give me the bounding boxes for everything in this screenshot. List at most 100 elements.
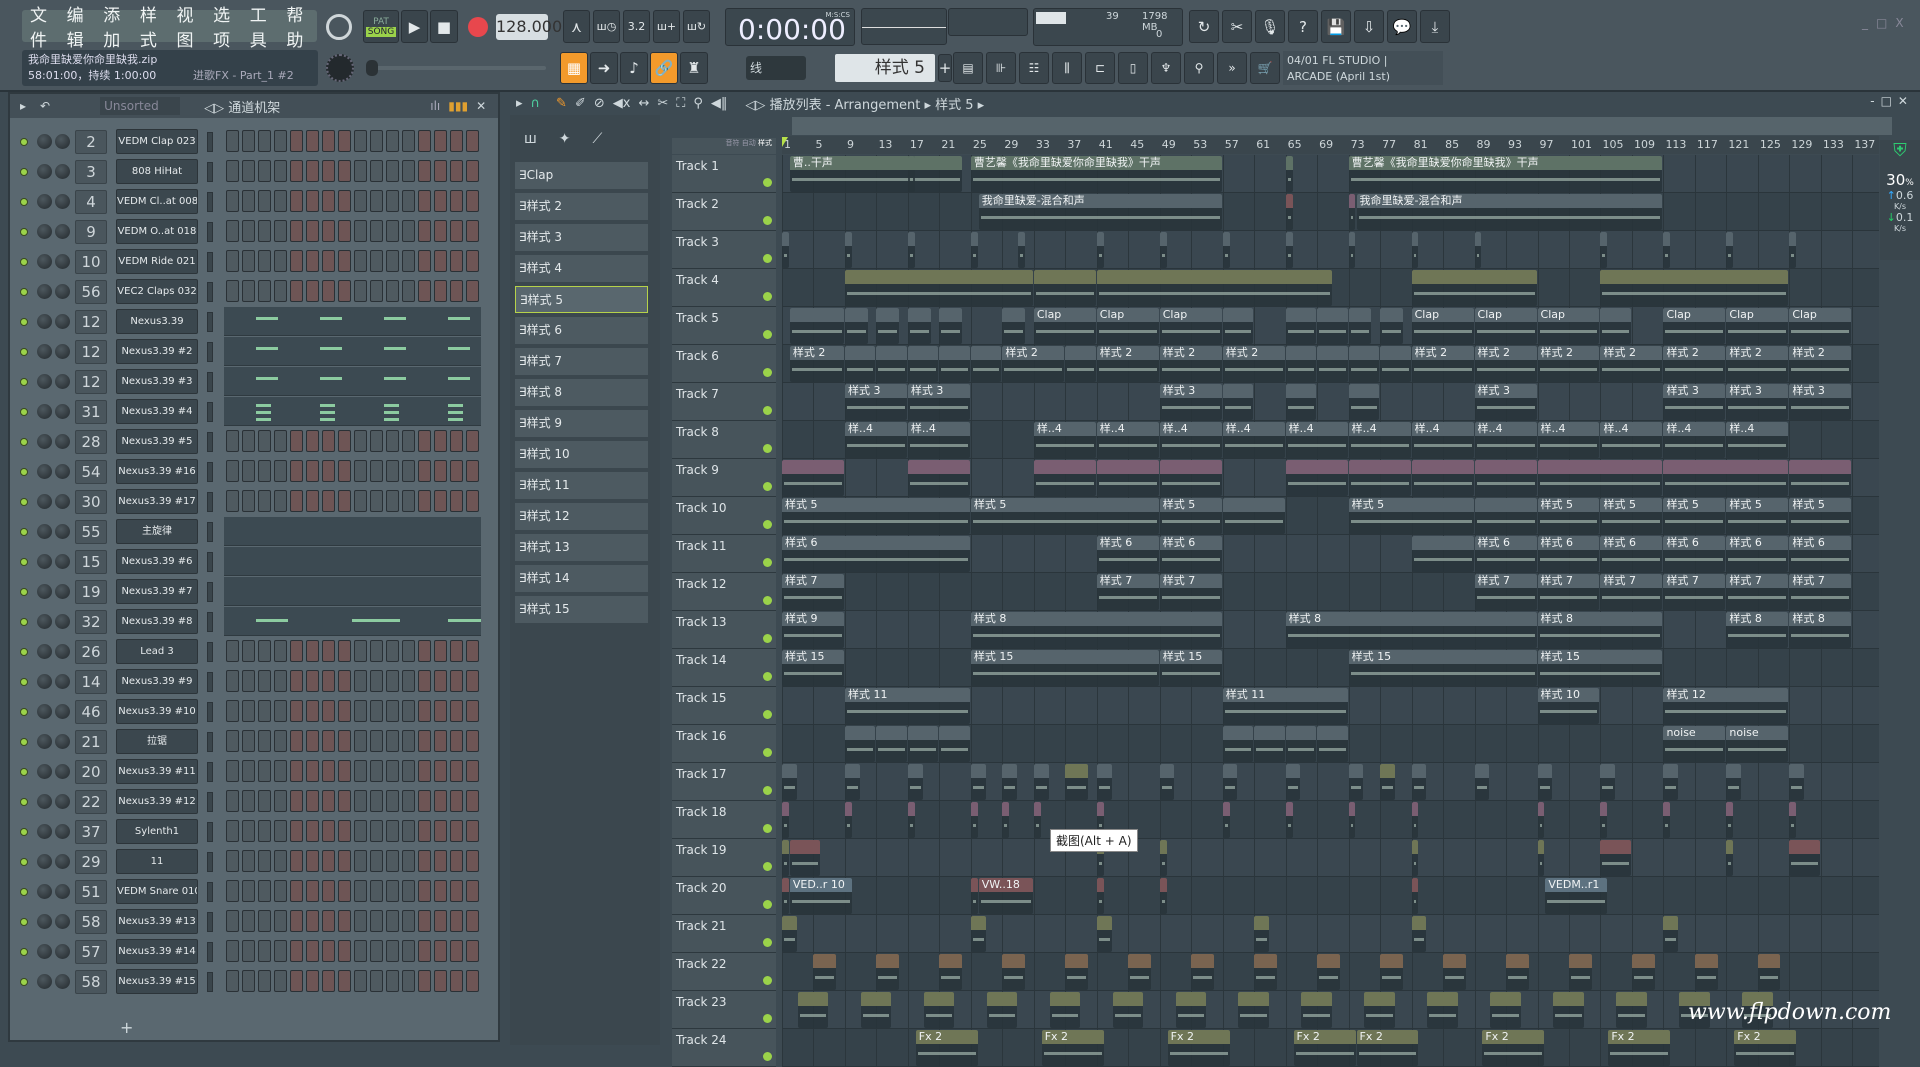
channel-name-button[interactable]: VEDM Snare 010 [116,879,198,904]
step-sequencer-icon[interactable]: ▤ [953,52,983,84]
track-header[interactable]: Track 17 [672,763,776,801]
step-button[interactable] [274,910,287,932]
mute-led[interactable] [20,168,28,176]
step-button[interactable] [258,460,271,482]
step-button[interactable] [370,970,383,992]
channel-select[interactable] [207,702,213,722]
track-mute-led[interactable] [763,824,772,833]
step-button[interactable] [434,490,447,512]
playlist-clip[interactable]: 样式 2 [1474,346,1537,382]
step-button[interactable] [418,790,431,812]
add-pattern-button[interactable]: + [938,54,952,82]
playlist-clip[interactable] [1411,916,1427,952]
step-button[interactable] [290,880,303,902]
track-lane[interactable]: 样式 7 样式 7 样式 7 样式 7 样式 7 样式 7 样式 7 样式 7 样式 7 [782,573,1879,611]
step-button[interactable] [322,280,335,302]
playlist-clip[interactable]: 样式 7 [1600,574,1663,610]
step-button[interactable] [274,850,287,872]
step-button[interactable] [466,820,479,842]
playlist-clip[interactable] [844,308,868,344]
playlist-clip[interactable]: 样式 10 [1537,688,1600,724]
step-button[interactable] [354,700,367,722]
playlist-clip[interactable] [1348,194,1356,230]
track-mute-led[interactable] [763,178,772,187]
step-button[interactable] [242,280,255,302]
playlist-clip[interactable] [1348,460,1411,496]
pan-knob[interactable] [37,704,52,719]
pattern-item[interactable]: ∃Clap [515,162,648,189]
step-button[interactable] [466,910,479,932]
step-button[interactable] [226,940,239,962]
playlist-clip[interactable] [970,346,1002,382]
step-button[interactable] [274,250,287,272]
step-button[interactable] [258,940,271,962]
mixer-track-number[interactable]: 19 [75,580,107,604]
mixer-track-number[interactable]: 21 [75,730,107,754]
step-button[interactable] [466,880,479,902]
mute-led[interactable] [20,768,28,776]
channel-select[interactable] [207,522,213,542]
volume-knob[interactable] [55,584,70,599]
piano-roll-view-icon[interactable]: ⊪ [986,52,1016,84]
chat-icon[interactable]: 💬 [1387,10,1417,43]
piano-roll-preview[interactable] [224,337,481,366]
step-button[interactable] [274,220,287,242]
step-button[interactable] [434,670,447,692]
expand-icon[interactable]: ▸ [20,99,26,113]
menu-item[interactable]: 编辑 [67,1,98,51]
playlist-clip[interactable] [1600,802,1608,838]
channel-select[interactable] [207,192,213,212]
step-button[interactable] [242,910,255,932]
playlist-clip[interactable]: 样式 15 [1537,650,1663,686]
step-button[interactable] [258,910,271,932]
step-button[interactable] [354,490,367,512]
playlist-clip[interactable]: 曹..干声 [789,156,962,192]
step-button[interactable] [402,910,415,932]
step-button[interactable] [370,670,383,692]
mixer-track-number[interactable]: 12 [75,310,107,334]
close-icon[interactable]: ✕ [476,99,486,113]
step-button[interactable] [418,730,431,752]
playlist-clip[interactable]: 样..4 [1096,422,1159,458]
track-lane[interactable]: Clap Clap Clap Clap Clap Clap Clap Clap Clap [782,307,1879,345]
mute-led[interactable] [20,348,28,356]
playlist-clip[interactable] [1789,460,1852,496]
channel-name-button[interactable]: Lead 3 [116,639,198,664]
step-button[interactable] [418,640,431,662]
playlist-clip[interactable] [907,156,915,192]
mute-led[interactable] [20,468,28,476]
mixer-track-number[interactable]: 30 [75,490,107,514]
step-button[interactable] [402,880,415,902]
step-button[interactable] [226,160,239,182]
playlist-clip[interactable] [1065,346,1096,382]
step-button[interactable] [434,850,447,872]
playlist-clip[interactable]: 样式 2 [1222,346,1285,382]
volume-knob[interactable] [55,914,70,929]
step-button[interactable] [386,850,399,872]
playlist-clip[interactable]: 曹艺馨《我命里缺爱你命里缺我》干声 [1348,156,1663,192]
step-button[interactable] [274,940,287,962]
step-button[interactable] [354,910,367,932]
group-filter[interactable]: Unsorted [100,97,181,115]
step-button[interactable] [450,160,463,182]
playlist-clip[interactable] [1285,726,1317,762]
channel-name-button[interactable]: Nexus3.39 #3 [116,369,198,394]
step-button[interactable] [434,460,447,482]
playlist-clip[interactable]: 样式 8 [1285,612,1537,648]
mute-led[interactable] [20,438,28,446]
track-header[interactable]: Track 18 [672,801,776,839]
step-button[interactable] [290,430,303,452]
playlist-clip[interactable]: noise [1726,726,1789,762]
playlist-clip[interactable] [1096,764,1112,800]
track-mute-led[interactable] [763,406,772,415]
track-header[interactable]: Track 9 [672,459,776,497]
step-button[interactable] [466,130,479,152]
pan-knob[interactable] [37,854,52,869]
step-button[interactable] [354,790,367,812]
playlist-clip[interactable]: 样式 3 [1159,384,1222,420]
step-button[interactable] [466,790,479,812]
step-button[interactable] [290,670,303,692]
track-mute-led[interactable] [763,292,772,301]
step-button[interactable] [434,250,447,272]
pattern-item[interactable]: ∃样式 5 [515,286,648,313]
